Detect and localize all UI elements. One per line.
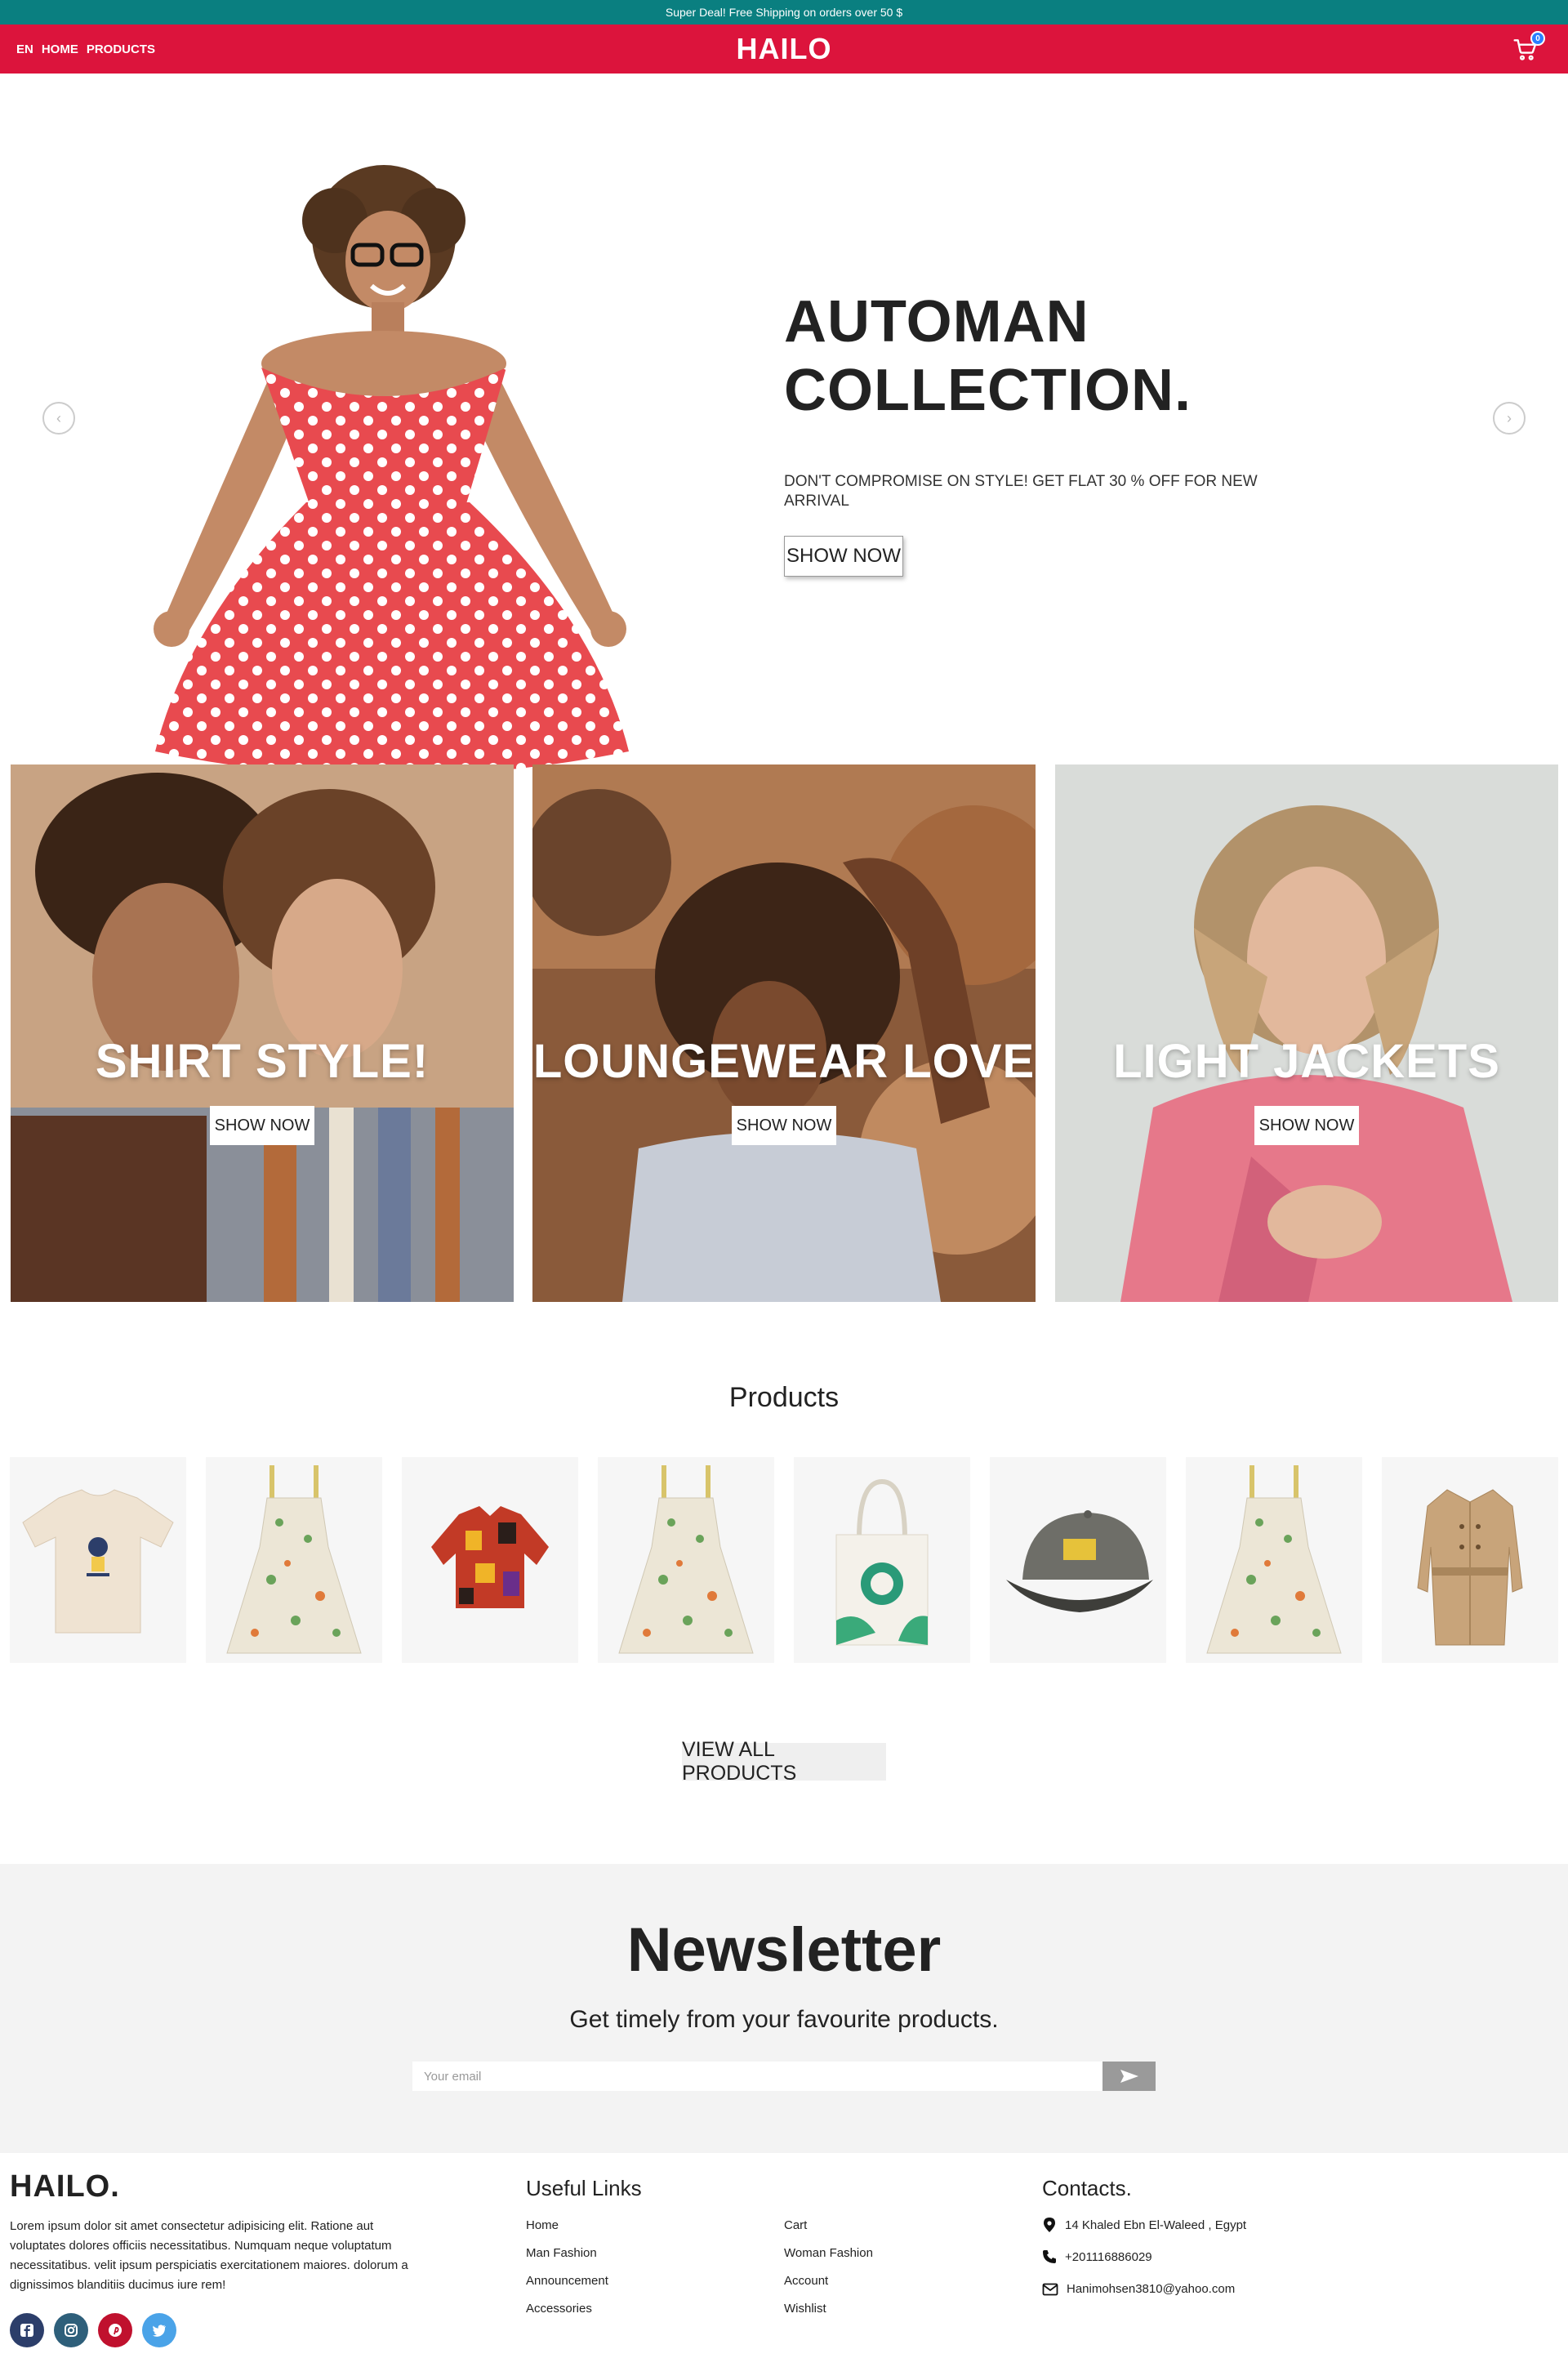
category-card-shirt-style[interactable]: SHIRT STYLE! SHOW NOW xyxy=(11,764,514,1302)
tote-bag-image xyxy=(835,1478,929,1646)
slider-prev-button[interactable]: ‹ xyxy=(42,402,75,435)
card-show-now-button[interactable]: SHOW NOW xyxy=(210,1106,314,1145)
card-title: SHIRT STYLE! xyxy=(95,1035,430,1088)
useful-links-title: Useful Links xyxy=(526,2176,642,2200)
pinterest-button[interactable] xyxy=(98,2313,132,2347)
footer-link-woman-fashion[interactable]: Woman Fashion xyxy=(784,2246,873,2260)
footer-brand: HAILO. xyxy=(10,2169,120,2204)
top-nav: EN HOME PRODUCTS HAILO 0 xyxy=(0,25,1568,74)
floral-dress-image xyxy=(1206,1465,1342,1654)
contact-email-text[interactable]: Hanimohsen3810@yahoo.com xyxy=(1067,2282,1235,2296)
hero-subtitle: DON'T COMPROMISE ON STYLE! GET FLAT 30 %… xyxy=(784,473,1258,510)
product-card-tote-bag[interactable] xyxy=(794,1457,970,1663)
promo-bar: Super Deal! Free Shipping on orders over… xyxy=(0,0,1568,25)
view-all-products-button[interactable]: VIEW ALL PRODUCTS xyxy=(682,1738,886,1785)
chevron-left-icon: ‹ xyxy=(56,409,61,426)
footer-link-cart[interactable]: Cart xyxy=(784,2218,807,2232)
nav-link-products[interactable]: PRODUCTS xyxy=(87,42,155,56)
t-shirt-image xyxy=(22,1489,174,1634)
product-card-print-shirt[interactable] xyxy=(402,1457,578,1663)
newsletter-submit-button[interactable] xyxy=(1102,2062,1156,2091)
light-jackets-image xyxy=(1055,764,1558,1302)
card-title: LIGHT JACKETS xyxy=(1113,1035,1500,1088)
footer-about-text: Lorem ipsum dolor sit amet consectetur a… xyxy=(10,2219,408,2292)
contacts-title: Contacts. xyxy=(1042,2176,1132,2200)
newsletter-title: Newsletter xyxy=(626,1915,942,1985)
brand-logo: HAILO xyxy=(0,25,1568,74)
product-card-floral-dress[interactable] xyxy=(1186,1457,1362,1663)
social-links xyxy=(10,2313,176,2347)
cap-image xyxy=(1006,1510,1153,1612)
product-list xyxy=(10,1457,1558,1663)
footer-link-man-fashion[interactable]: Man Fashion xyxy=(526,2246,597,2260)
contact-email: Hanimohsen3810@yahoo.com xyxy=(1042,2282,1235,2296)
footer-link-wishlist[interactable]: Wishlist xyxy=(784,2302,826,2316)
product-card-trench-coat[interactable] xyxy=(1382,1457,1558,1663)
cart-count-badge: 0 xyxy=(1530,31,1545,46)
category-card-light-jackets[interactable]: LIGHT JACKETS SHOW NOW xyxy=(1055,764,1558,1302)
send-icon xyxy=(1120,2070,1138,2083)
newsletter-subtitle: Get timely from your favourite products. xyxy=(569,2006,999,2033)
category-card-loungewear-love[interactable]: LOUNGEWEAR LOVE SHOW NOW xyxy=(532,764,1036,1302)
products-heading: Products xyxy=(728,1382,840,1413)
trench-coat-image xyxy=(1417,1489,1523,1646)
nav-links: EN HOME PRODUCTS xyxy=(16,25,155,74)
loungewear-love-image xyxy=(532,764,1036,1302)
category-cards: SHIRT STYLE! SHOW NOW LOUNGEWEAR LOVE SH… xyxy=(0,764,1568,1302)
phone-icon xyxy=(1043,2250,1056,2263)
contact-address-text: 14 Khaled Ebn El-Waleed , Egypt xyxy=(1065,2218,1247,2232)
card-show-now-button[interactable]: SHOW NOW xyxy=(732,1106,836,1145)
location-pin-icon xyxy=(1044,2218,1055,2232)
footer-link-announcement[interactable]: Announcement xyxy=(526,2274,608,2288)
hero-slider: ‹ › AUTOMAN COLLECTION. DON'T COMPROMISE… xyxy=(0,74,1568,776)
facebook-icon xyxy=(20,2324,33,2337)
contact-address: 14 Khaled Ebn El-Waleed , Egypt xyxy=(1042,2217,1246,2233)
instagram-button[interactable] xyxy=(54,2313,88,2347)
brand-text[interactable]: HAILO xyxy=(737,32,832,66)
shirt-style-image xyxy=(11,764,514,1302)
card-title: LOUNGEWEAR LOVE xyxy=(532,1035,1036,1088)
product-card-floral-dress[interactable] xyxy=(206,1457,382,1663)
footer-link-home[interactable]: Home xyxy=(526,2218,559,2232)
twitter-icon xyxy=(152,2325,166,2337)
language-switch[interactable]: EN xyxy=(16,42,33,56)
hero-show-now-button[interactable]: SHOW NOW xyxy=(784,536,903,577)
card-show-now-button[interactable]: SHOW NOW xyxy=(1254,1106,1359,1145)
hero-title-line2: COLLECTION. xyxy=(784,358,1192,423)
product-card-cap[interactable] xyxy=(990,1457,1166,1663)
instagram-icon xyxy=(65,2324,78,2337)
twitter-button[interactable] xyxy=(142,2313,176,2347)
hero-title: AUTOMAN COLLECTION. xyxy=(784,288,1356,425)
facebook-button[interactable] xyxy=(10,2313,44,2347)
product-card-t-shirt[interactable] xyxy=(10,1457,186,1663)
newsletter-section: Newsletter Get timely from your favourit… xyxy=(0,1864,1568,2153)
slider-next-button[interactable]: › xyxy=(1493,402,1526,435)
footer: HAILO. Lorem ipsum dolor sit amet consec… xyxy=(0,2153,1568,2367)
contact-phone-text[interactable]: +201116886029 xyxy=(1065,2250,1152,2264)
footer-link-account[interactable]: Account xyxy=(784,2274,828,2288)
mail-icon xyxy=(1042,2283,1058,2295)
footer-link-accessories[interactable]: Accessories xyxy=(526,2302,592,2316)
chevron-right-icon: › xyxy=(1507,409,1512,426)
newsletter-email-input[interactable] xyxy=(412,2062,1102,2091)
hero-title-line1: AUTOMAN xyxy=(784,289,1089,354)
nav-link-home[interactable]: HOME xyxy=(42,42,78,56)
contact-phone: +201116886029 xyxy=(1042,2249,1152,2264)
floral-dress-image xyxy=(226,1465,362,1654)
hero-model-image xyxy=(154,165,629,776)
pinterest-icon xyxy=(109,2324,122,2337)
cart-button[interactable]: 0 xyxy=(1512,31,1545,62)
floral-dress-image xyxy=(618,1465,754,1654)
promo-text: Super Deal! Free Shipping on orders over… xyxy=(665,6,903,19)
product-card-floral-dress[interactable] xyxy=(598,1457,774,1663)
print-shirt-image xyxy=(431,1506,549,1608)
